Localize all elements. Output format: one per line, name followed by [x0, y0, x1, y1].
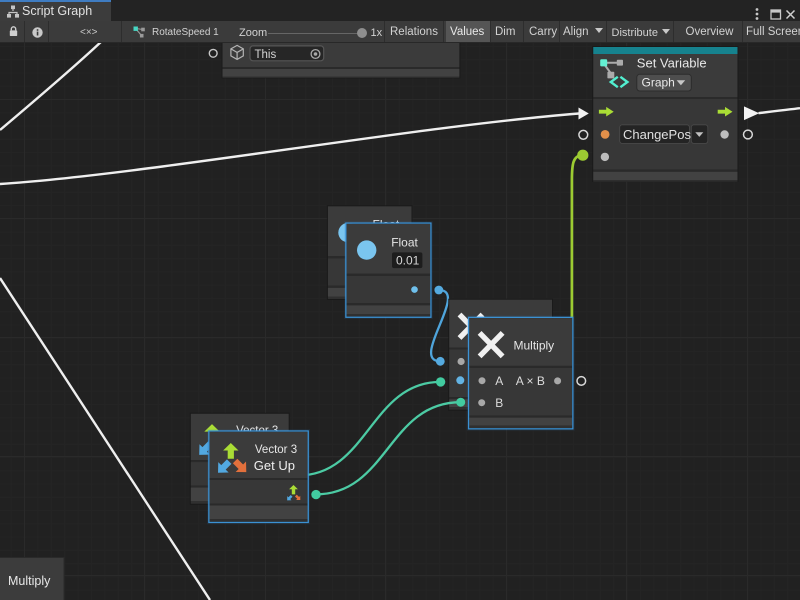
svg-text:ChangePos: ChangePos: [623, 127, 691, 142]
svg-text:B: B: [495, 396, 503, 410]
svg-text:This: This: [255, 49, 277, 61]
svg-text:Vector 3: Vector 3: [255, 444, 297, 456]
svg-text:Get Up: Get Up: [254, 458, 295, 473]
svg-text:Multiply: Multiply: [8, 574, 51, 588]
svg-text:A: A: [495, 374, 503, 388]
svg-text:Float: Float: [391, 235, 418, 249]
svg-text:0.01: 0.01: [396, 254, 420, 268]
svg-text:Graph: Graph: [642, 75, 675, 89]
svg-text:A × B: A × B: [516, 374, 545, 388]
svg-text:Set Variable: Set Variable: [637, 56, 707, 71]
svg-text:Multiply: Multiply: [514, 338, 555, 352]
